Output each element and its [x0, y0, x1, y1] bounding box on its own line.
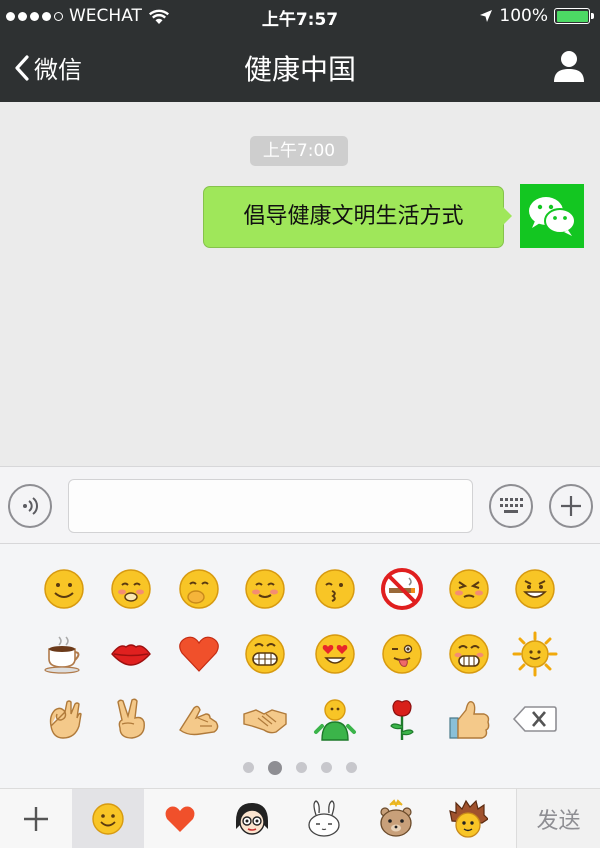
tab-add-sticker[interactable] [0, 789, 72, 848]
girl-sticker-icon [236, 803, 268, 835]
plus-icon [561, 496, 581, 516]
coffee-emoji[interactable] [41, 631, 87, 677]
status-bar: WECHAT 上午7:57 100% [0, 0, 600, 32]
hedgehog-sticker-icon [449, 799, 488, 838]
location-arrow-icon [480, 10, 493, 22]
no-smoking-emoji[interactable] [379, 566, 425, 612]
battery-percent: 100% [499, 6, 548, 26]
avatar[interactable] [520, 184, 584, 248]
blush-emoji[interactable] [108, 566, 154, 612]
voice-icon [23, 497, 38, 515]
page-dot[interactable] [346, 762, 357, 773]
emoji-panel [0, 544, 600, 788]
wechat-logo-icon [529, 197, 576, 236]
sticker-tab-bar: 发送 [0, 788, 600, 848]
heart-eyes-emoji[interactable] [312, 631, 358, 677]
tab-favorites[interactable] [144, 789, 216, 848]
heart-emoji[interactable] [176, 631, 222, 677]
handshake-emoji[interactable] [242, 696, 288, 742]
shy-smile-emoji[interactable] [242, 566, 288, 612]
smiley-icon [92, 803, 124, 835]
keyboard-icon [500, 498, 523, 513]
input-bar [0, 466, 600, 544]
ok-hand-emoji[interactable] [41, 696, 87, 742]
lips-emoji[interactable] [108, 631, 154, 677]
page-indicator[interactable] [0, 761, 600, 775]
rose-emoji[interactable] [379, 696, 425, 742]
page-dot[interactable] [243, 762, 254, 773]
send-button[interactable]: 发送 [516, 789, 600, 848]
status-right: 100% [479, 6, 594, 26]
thumbs-up-emoji[interactable] [446, 696, 492, 742]
victory-hand-emoji[interactable] [108, 696, 154, 742]
tab-sticker-hedgehog[interactable] [432, 789, 504, 848]
chat-area[interactable]: 上午7:00 倡导健康文明生活方式 [0, 102, 600, 466]
plus-icon [24, 807, 48, 831]
chat-timestamp: 上午7:00 [250, 136, 348, 166]
delete-key[interactable] [512, 696, 558, 742]
tab-emoji[interactable] [72, 789, 144, 848]
battery-icon [554, 8, 594, 24]
dizzy-emoji[interactable] [446, 566, 492, 612]
tab-sticker-girl[interactable] [216, 789, 288, 848]
bear-sticker-icon [380, 799, 412, 837]
toothy-grin-emoji[interactable] [242, 631, 288, 677]
kiss-emoji[interactable] [312, 566, 358, 612]
keyboard-toggle-button[interactable] [489, 484, 533, 528]
tab-sticker-bunny[interactable] [288, 789, 360, 848]
profile-icon[interactable] [552, 49, 586, 83]
doll-emoji[interactable] [312, 696, 358, 742]
page-dot[interactable] [296, 762, 307, 773]
sun-emoji[interactable] [512, 631, 558, 677]
bunny-sticker-icon [308, 800, 340, 837]
battery-fill [556, 10, 588, 22]
backspace-icon [512, 706, 557, 732]
tongue-out-emoji[interactable] [379, 631, 425, 677]
page-title: 健康中国 [243, 53, 356, 86]
tab-sticker-bear[interactable] [360, 789, 432, 848]
more-button[interactable] [549, 484, 593, 528]
grimace-emoji[interactable] [446, 631, 492, 677]
heart-icon [165, 806, 195, 832]
fist-bump-emoji[interactable] [176, 696, 222, 742]
page-dot[interactable] [321, 762, 332, 773]
message-input[interactable] [68, 479, 473, 533]
grin-emoji[interactable] [512, 566, 558, 612]
voice-button[interactable] [8, 484, 52, 528]
giggle-emoji[interactable] [176, 566, 222, 612]
page-dot[interactable] [268, 761, 282, 775]
smile-emoji[interactable] [41, 566, 87, 612]
navigation-bar: 微信 健康中国 [0, 32, 600, 102]
message-bubble[interactable]: 倡导健康文明生活方式 [203, 186, 512, 248]
